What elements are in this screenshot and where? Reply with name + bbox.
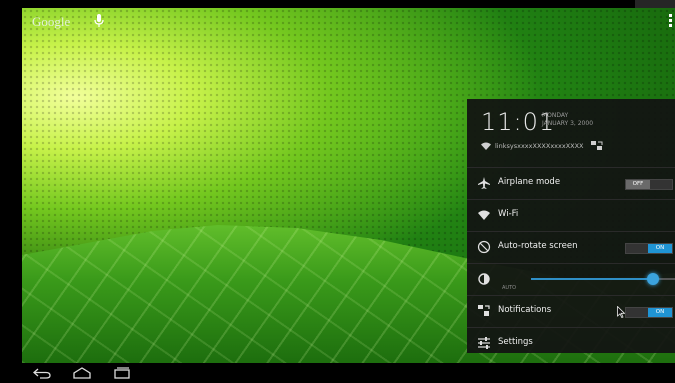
status-bar-edge [635,0,675,8]
airplane-icon [478,177,490,189]
auto-rotate-row[interactable]: Auto-rotate screen ON [467,231,675,263]
brightness-slider-track[interactable] [531,278,653,280]
network-status: linksysxxxxXXXXxxxxXXXX [481,141,603,150]
notifications-label: Notifications [498,305,552,315]
notifications-icon [478,305,490,316]
notifications-toggle[interactable]: ON [625,307,673,318]
date-label: JANUARY 3, 2000 [542,120,594,127]
home-icon[interactable] [72,367,92,379]
navigation-bar [0,363,675,383]
auto-rotate-toggle-state: ON [648,244,672,253]
quick-settings-header: 11:01 MONDAY JANUARY 3, 2000 linksysxxxx… [467,99,675,167]
settings-sliders-icon [478,337,490,349]
auto-rotate-label: Auto-rotate screen [498,241,578,251]
airplane-mode-label: Airplane mode [498,177,561,187]
sync-icon [590,141,603,150]
wifi-row[interactable]: Wi-Fi [467,199,675,231]
notifications-toggle-state: ON [648,308,672,317]
google-search-button[interactable]: Google [32,14,70,30]
settings-label: Settings [498,337,533,347]
mouse-cursor-icon [617,306,625,318]
wifi-label: Wi-Fi [498,209,519,219]
airplane-mode-toggle[interactable]: OFF [625,179,673,190]
recent-apps-icon[interactable] [112,367,132,379]
wifi-icon [478,210,490,220]
overflow-menu-icon[interactable] [669,14,673,28]
brightness-auto-label[interactable]: AUTO [502,285,516,291]
airplane-mode-row[interactable]: Airplane mode OFF [467,167,675,199]
voice-search-icon[interactable] [92,13,106,29]
notifications-row[interactable]: Notifications ON [467,295,675,327]
brightness-row: AUTO [467,263,675,295]
auto-rotate-toggle[interactable]: ON [625,243,673,254]
day-label: MONDAY [542,112,569,119]
brightness-icon [478,273,490,285]
brightness-slider-thumb[interactable] [647,273,659,285]
rotate-icon [477,240,491,254]
airplane-mode-toggle-state: OFF [626,180,650,189]
wifi-signal-icon [481,142,491,150]
status-bar [0,0,675,8]
network-name: linksysxxxxXXXXxxxxXXXX [495,141,584,150]
back-icon[interactable] [32,367,52,379]
clock-date: MONDAY JANUARY 3, 2000 [542,112,593,128]
quick-settings-panel: 11:01 MONDAY JANUARY 3, 2000 linksysxxxx… [467,99,675,353]
settings-row[interactable]: Settings [467,327,675,359]
